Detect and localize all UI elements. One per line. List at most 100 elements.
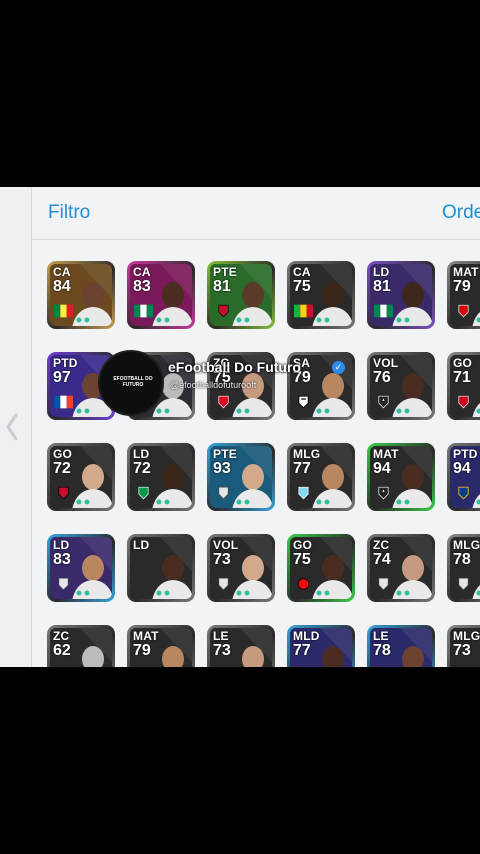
card-rating: 73 [453,642,471,659]
card-position: ZC [53,629,70,643]
player-card[interactable]: VOL 76 [367,352,435,420]
club-badge-icon [214,577,233,591]
player-card[interactable]: MAT 79 [447,261,480,329]
player-portrait [162,646,184,667]
skill-icons [316,499,330,505]
watermark-overlay: EFOOTBALL DO FUTURO eFootball Do Futuro … [96,346,345,416]
player-card[interactable]: LD [127,534,195,602]
club-badge-icon [454,395,473,409]
club-badge-icon [454,577,473,591]
card-rating: 78 [373,642,391,659]
card-rating: 79 [133,642,151,659]
card-rating: 78 [453,551,471,568]
card-rating: 93 [213,460,231,477]
player-card[interactable]: MLG 78 [447,534,480,602]
card-rating: 71 [453,369,471,386]
player-card[interactable]: LD 72 [127,443,195,511]
card-rating: 81 [213,278,231,295]
card-position: MAT [133,629,159,643]
skill-icons [396,317,410,323]
skill-icons [156,590,170,596]
player-card[interactable]: MAT 79 [127,625,195,667]
player-card[interactable]: PTE 81 [207,261,275,329]
club-badge-icon [134,577,153,591]
player-card[interactable]: CA 75 [287,261,355,329]
card-rating: 76 [373,369,391,386]
skill-icons [476,499,480,505]
player-card[interactable]: PTE 93 [207,443,275,511]
skill-icons [76,408,90,414]
card-position: ZC [373,538,390,552]
player-card[interactable]: MLG 77 [287,443,355,511]
card-rating: 77 [293,460,311,477]
card-rating: 94 [373,460,391,477]
player-card[interactable]: LE 78 [367,625,435,667]
club-badge-icon [134,304,153,318]
channel-title: eFootball Do Futuro [168,359,301,375]
card-position: PTE [213,447,237,461]
club-badge-icon [214,486,233,500]
card-position: MLG [453,629,480,643]
card-rating: 72 [53,460,71,477]
club-badge-icon [134,486,153,500]
skill-icons [476,408,480,414]
player-portrait [402,646,424,667]
skill-icons [396,590,410,596]
channel-logo-text: EFOOTBALL DO FUTURO [113,376,153,388]
chevron-left-icon[interactable] [6,413,18,441]
player-portrait [322,646,344,667]
card-position: GO [453,356,473,370]
player-portrait [242,646,264,667]
channel-handle: @efootballdofuturooft [170,380,257,390]
card-rating: 83 [53,551,71,568]
card-position: PTD [53,356,78,370]
player-card[interactable]: GO 71 [447,352,480,420]
player-card[interactable]: GO 75 [287,534,355,602]
card-rating: 75 [293,551,311,568]
player-card[interactable]: GO 72 [47,443,115,511]
card-position: LD [133,538,150,552]
club-badge-icon [374,395,393,409]
club-badge-icon [54,395,73,409]
skill-icons [76,317,90,323]
player-card[interactable]: MAT 94 [367,443,435,511]
card-position: LD [53,538,70,552]
skill-icons [396,408,410,414]
player-card[interactable]: MLG 73 [447,625,480,667]
card-rating: 75 [293,278,311,295]
club-badge-icon [454,486,473,500]
player-card[interactable]: CA 83 [127,261,195,329]
card-position: LE [213,629,229,643]
card-position: CA [293,265,311,279]
order-button[interactable]: Orde [442,202,480,224]
card-position: MLD [293,629,320,643]
card-position: MLG [453,538,480,552]
player-card[interactable]: PTD 94 [447,443,480,511]
card-rating: 84 [53,278,71,295]
skill-icons [236,317,250,323]
player-card[interactable]: ZC 62 [47,625,115,667]
card-rating: 79 [453,278,471,295]
card-rating: 72 [133,460,151,477]
card-position: MAT [453,265,479,279]
card-rating: 62 [53,642,71,659]
card-position: PTE [213,265,237,279]
card-rating: 97 [53,369,71,386]
player-card[interactable]: LD 83 [47,534,115,602]
card-position: GO [53,447,73,461]
card-position: VOL [373,356,399,370]
skill-icons [476,317,480,323]
player-card[interactable]: CA 84 [47,261,115,329]
card-position: VOL [213,538,239,552]
player-card[interactable]: MLD 77 [287,625,355,667]
card-rating: 73 [213,642,231,659]
filter-button[interactable]: Filtro [48,202,90,224]
card-rating: 83 [133,278,151,295]
card-rating: 77 [293,642,311,659]
player-card[interactable]: VOL 73 [207,534,275,602]
player-card[interactable]: ZC 74 [367,534,435,602]
player-card[interactable]: LD 81 [367,261,435,329]
player-card[interactable]: LE 73 [207,625,275,667]
card-position: CA [133,265,151,279]
side-panel[interactable] [0,187,32,667]
